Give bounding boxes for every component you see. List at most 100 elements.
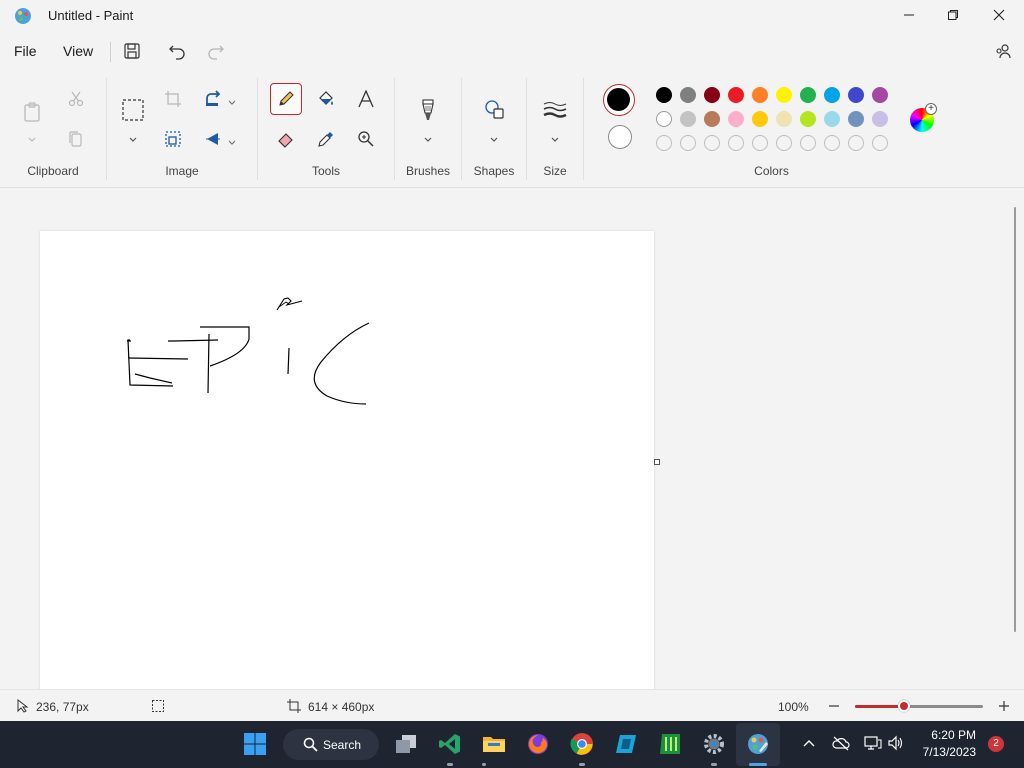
secondary-color-button[interactable] [608, 125, 632, 149]
select-button[interactable] [118, 95, 148, 125]
custom-color-slot[interactable] [752, 135, 768, 151]
paint-app-icon [15, 8, 31, 24]
running-indicator [482, 763, 486, 766]
color-swatch[interactable] [872, 87, 888, 103]
app-taskbar-button[interactable] [612, 730, 640, 758]
notification-badge[interactable]: 2 [988, 736, 1004, 752]
brushes-group: Brushes [395, 70, 461, 188]
paste-button[interactable] [17, 94, 47, 130]
brushes-button[interactable] [413, 95, 443, 125]
magnifier-tool-button[interactable] [351, 124, 381, 154]
menu-file[interactable]: File [14, 43, 37, 59]
rotate-icon [206, 90, 221, 106]
redo-button[interactable] [205, 40, 227, 62]
status-bar: 236, 77px 614 × 460px 100% [0, 689, 1024, 721]
minimize-button[interactable] [886, 0, 932, 30]
color-swatch[interactable] [800, 111, 816, 127]
file-explorer-taskbar-button[interactable] [480, 730, 508, 758]
cloud-offline-icon[interactable] [832, 735, 850, 751]
color-swatch[interactable] [752, 87, 768, 103]
clock-time[interactable]: 6:20 PM [912, 728, 976, 742]
zoom-slider[interactable] [855, 700, 983, 712]
spreadsheet-taskbar-button[interactable] [656, 730, 684, 758]
settings-taskbar-button[interactable] [700, 730, 728, 758]
task-view-button[interactable] [392, 730, 420, 758]
start-button[interactable] [241, 730, 269, 758]
zoom-out-icon[interactable] [827, 699, 841, 713]
account-button[interactable] [992, 40, 1014, 62]
color-swatch[interactable] [656, 111, 672, 127]
flip-dropdown-icon[interactable] [227, 135, 237, 145]
custom-color-slot[interactable] [776, 135, 792, 151]
color-swatch[interactable] [872, 111, 888, 127]
network-icon[interactable] [864, 735, 882, 751]
paste-dropdown-icon[interactable] [27, 132, 37, 142]
brushes-dropdown-icon[interactable] [423, 132, 433, 142]
color-swatch[interactable] [848, 111, 864, 127]
vscode-taskbar-button[interactable] [436, 730, 464, 758]
save-button[interactable] [121, 40, 143, 62]
color-swatch[interactable] [776, 87, 792, 103]
paint-taskbar-button[interactable] [744, 730, 772, 758]
custom-color-slot[interactable] [680, 135, 696, 151]
zoom-slider-thumb[interactable] [897, 700, 910, 712]
custom-color-slot[interactable] [848, 135, 864, 151]
vertical-scrollbar[interactable] [1014, 207, 1016, 632]
primary-color-button[interactable] [603, 84, 635, 116]
shapes-dropdown-icon[interactable] [489, 132, 499, 142]
rotate-dropdown-icon[interactable] [227, 95, 237, 105]
custom-color-slot[interactable] [728, 135, 744, 151]
canvas-resize-handle[interactable] [654, 459, 660, 465]
custom-color-slot[interactable] [872, 135, 888, 151]
firefox-icon [528, 734, 548, 754]
custom-color-slot[interactable] [800, 135, 816, 151]
size-button[interactable] [540, 95, 570, 125]
custom-color-slot[interactable] [656, 135, 672, 151]
volume-icon[interactable] [887, 735, 905, 751]
rotate-button[interactable] [198, 84, 228, 114]
resize-button[interactable] [158, 124, 188, 154]
text-tool-button[interactable] [351, 84, 381, 114]
cut-button[interactable] [61, 84, 91, 114]
color-swatch[interactable] [848, 87, 864, 103]
color-swatch[interactable] [704, 87, 720, 103]
color-swatch[interactable] [752, 111, 768, 127]
pencil-tool-button[interactable] [270, 83, 302, 115]
zoom-level-text[interactable]: 100% [778, 700, 809, 714]
spreadsheet-icon [660, 734, 680, 754]
color-picker-tool-button[interactable] [311, 124, 341, 154]
color-swatch[interactable] [680, 111, 696, 127]
brushes-label: Brushes [405, 164, 451, 178]
select-dropdown-icon[interactable] [128, 132, 138, 142]
color-swatch[interactable] [728, 111, 744, 127]
color-swatch[interactable] [800, 87, 816, 103]
color-swatch[interactable] [728, 87, 744, 103]
size-dropdown-icon[interactable] [550, 132, 560, 142]
firefox-taskbar-button[interactable] [524, 730, 552, 758]
shapes-button[interactable] [480, 95, 510, 125]
menu-view[interactable]: View [63, 43, 93, 59]
undo-button[interactable] [166, 40, 188, 62]
chevron-up-icon[interactable] [802, 738, 816, 748]
copy-button[interactable] [61, 124, 91, 154]
fill-tool-button[interactable] [311, 84, 341, 114]
color-swatch[interactable] [776, 111, 792, 127]
flip-button[interactable] [198, 124, 228, 154]
eraser-tool-button[interactable] [271, 124, 301, 154]
taskbar-search[interactable]: Search [283, 729, 379, 760]
chrome-taskbar-button[interactable] [568, 730, 596, 758]
edit-colors-button[interactable]: + [910, 103, 937, 132]
color-swatch[interactable] [824, 87, 840, 103]
clock-date[interactable]: 7/13/2023 [912, 745, 976, 759]
color-swatch[interactable] [680, 87, 696, 103]
zoom-in-icon[interactable] [997, 699, 1011, 713]
custom-color-slot[interactable] [824, 135, 840, 151]
crop-button[interactable] [158, 84, 188, 114]
drawing-canvas[interactable] [40, 231, 654, 691]
color-swatch[interactable] [824, 111, 840, 127]
maximize-button[interactable] [930, 0, 976, 30]
color-swatch[interactable] [704, 111, 720, 127]
custom-color-slot[interactable] [704, 135, 720, 151]
color-swatch[interactable] [656, 87, 672, 103]
close-button[interactable] [976, 0, 1022, 30]
